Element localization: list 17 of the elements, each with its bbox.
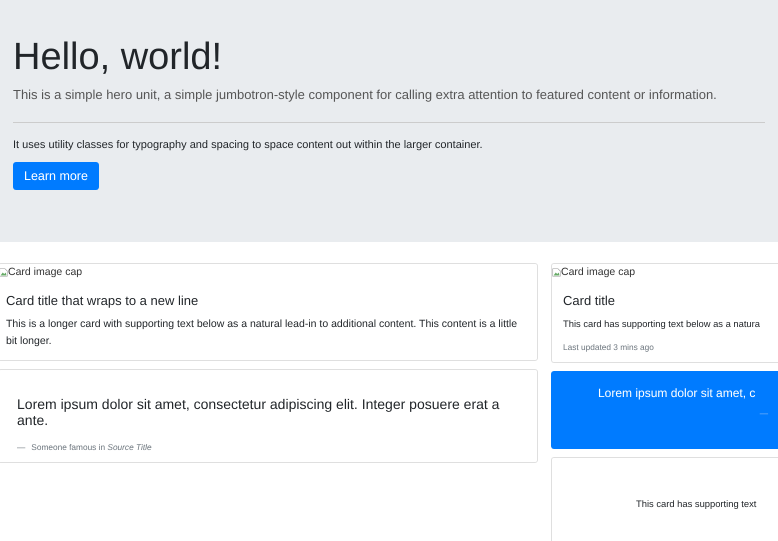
card-text: This is a longer card with supporting text below as a natural lead-in to additional content. This content is a little bit longer. bbox=[6, 317, 518, 349]
hero-text: It uses utility classes for typography and spacing to space content out within the larger container. bbox=[13, 139, 484, 151]
card-text: This card has supporting text below as a natura bbox=[563, 317, 761, 331]
card-title: Card title bbox=[563, 293, 616, 308]
dash: — bbox=[17, 442, 26, 452]
quote-source: Someone famous in Source Title bbox=[31, 442, 152, 452]
dash: — bbox=[760, 408, 768, 418]
image-alt-text: Card image cap bbox=[561, 266, 636, 278]
image-alt-text: Card image cap bbox=[8, 266, 82, 278]
learn-more-button[interactable]: Learn more bbox=[13, 162, 99, 190]
hero-title: Hello, world! bbox=[13, 36, 224, 79]
card-text: This card has supporting text bbox=[636, 497, 758, 512]
quote-text: Lorem ipsum dolor sit amet, c bbox=[598, 386, 756, 400]
card-title: Card title that wraps to a new line bbox=[6, 293, 200, 308]
last-updated-text: Last updated 3 mins ago bbox=[563, 342, 655, 352]
quote-text: Lorem ipsum dolor sit amet, consectetur adipiscing elit. Integer posuere erat a ante. bbox=[17, 396, 500, 428]
hero-lead: This is a simple hero unit, a simple jumbotron-style component for calling extra attention to featured content or information. bbox=[13, 87, 718, 102]
